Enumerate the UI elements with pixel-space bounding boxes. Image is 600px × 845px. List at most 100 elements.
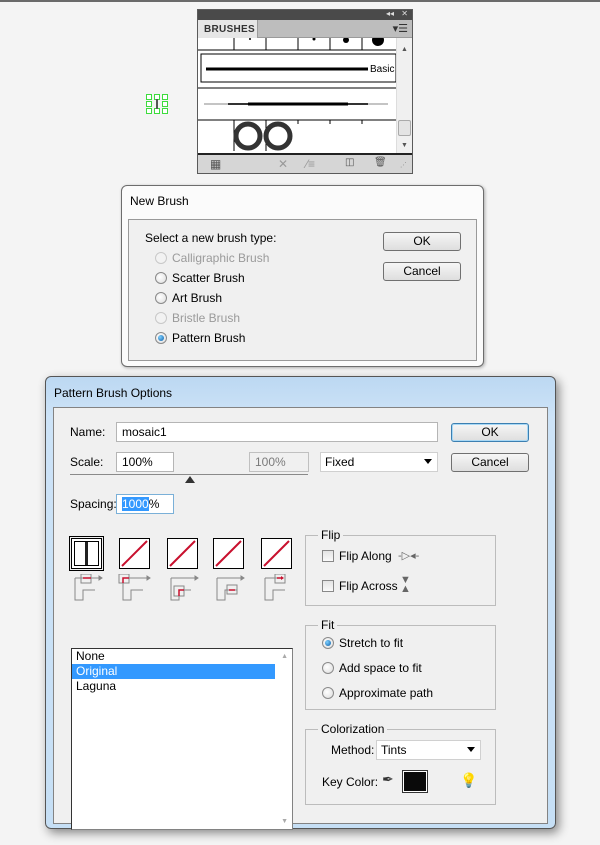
selection-handle[interactable]	[162, 94, 168, 100]
spacing-input[interactable]: 1000%	[116, 494, 174, 514]
radio-bristle-brush[interactable]: Bristle Brush	[155, 311, 240, 325]
radio-label: Calligraphic Brush	[172, 251, 270, 265]
cancel-button[interactable]: Cancel	[451, 453, 529, 472]
tile-empty-icon	[215, 540, 242, 567]
start-tile-button[interactable]	[213, 538, 244, 569]
radio-indicator	[155, 332, 167, 344]
outer-corner-tile-button[interactable]	[119, 538, 150, 569]
checkbox-label: Flip Along	[339, 549, 392, 563]
spacing-label: Spacing:	[70, 497, 117, 511]
radio-scatter-brush[interactable]: Scatter Brush	[155, 271, 245, 285]
scroll-down-icon[interactable]: ▼	[401, 142, 408, 149]
brush-list-scrollbar[interactable]: ▲ ▼	[396, 38, 412, 153]
remove-brush-stroke-icon[interactable]: ✕	[278, 157, 288, 171]
brush-libraries-menu-icon[interactable]: ▦	[210, 157, 221, 171]
side-tile-button[interactable]	[69, 536, 104, 571]
radio-label: Scatter Brush	[172, 271, 245, 285]
key-color-label: Key Color:	[322, 775, 379, 789]
flip-group: Flip Flip Along -▷◂- Flip Across ▼ ▲	[305, 528, 496, 606]
scroll-up-icon[interactable]: ▲	[281, 653, 288, 660]
chevron-down-icon	[424, 459, 432, 464]
list-item-selected[interactable]: Original	[72, 664, 275, 679]
inner-corner-diagram-icon	[170, 575, 199, 601]
radio-stretch-to-fit[interactable]: Stretch to fit	[322, 636, 403, 650]
ok-button[interactable]: OK	[383, 232, 461, 251]
delete-brush-icon[interactable]: 🗑	[374, 157, 387, 168]
dialog-title: New Brush	[130, 194, 189, 208]
collapse-icon[interactable]: ◂◂	[386, 9, 394, 19]
brush-options-icon[interactable]: ⁄≡	[306, 157, 315, 171]
key-color-swatch[interactable]	[402, 770, 428, 793]
radio-add-space-to-fit[interactable]: Add space to fit	[322, 661, 422, 675]
ok-button[interactable]: OK	[451, 423, 529, 442]
method-label: Method:	[331, 743, 375, 757]
scale-input[interactable]: 100%	[116, 452, 174, 472]
tips-lightbulb-icon[interactable]: 💡	[460, 772, 477, 789]
side-tile-2-button[interactable]	[167, 538, 198, 569]
list-item[interactable]: None	[72, 649, 292, 664]
radio-art-brush[interactable]: Art Brush	[155, 291, 222, 305]
selection-handle[interactable]	[146, 108, 152, 114]
radio-label: Stretch to fit	[339, 636, 404, 650]
selection-handle[interactable]	[162, 108, 168, 114]
brush-list-canvas	[198, 38, 396, 151]
brush-row-basic[interactable]	[200, 53, 396, 83]
radio-approximate-path[interactable]: Approximate path	[322, 686, 433, 700]
radio-indicator	[155, 292, 167, 304]
scale-mode-select[interactable]: Fixed	[320, 452, 438, 472]
radio-calligraphic-brush[interactable]: Calligraphic Brush	[155, 251, 269, 265]
method-value: Tints	[381, 743, 407, 757]
selection-handle[interactable]	[162, 101, 168, 107]
flip-along-checkbox[interactable]: Flip Along	[322, 549, 392, 563]
tile-empty-icon	[263, 540, 290, 567]
selection-handle[interactable]	[146, 101, 152, 107]
cancel-button[interactable]: Cancel	[383, 262, 461, 281]
outer-corner-diagram-icon	[118, 574, 151, 601]
name-input[interactable]: mosaic1	[116, 422, 438, 442]
dialog-title: Pattern Brush Options	[54, 386, 173, 400]
brush-row-pattern[interactable]	[233, 120, 363, 151]
scale-max-input: 100%	[249, 452, 309, 472]
colorization-method-select[interactable]: Tints	[376, 740, 481, 760]
radio-indicator	[155, 272, 167, 284]
new-brush-dialog: New Brush Select a new brush type: Calli…	[121, 185, 484, 367]
new-brush-icon[interactable]: ◫	[345, 157, 354, 168]
radio-indicator	[322, 662, 334, 674]
brushes-panel: ◂◂ ✕ BRUSHES ▾☰ Basic ▲ ▼ ▦ ✕ ⁄≡ ◫ 🗑 ⋰	[197, 9, 413, 174]
scroll-up-icon[interactable]: ▲	[401, 46, 408, 53]
close-icon[interactable]: ✕	[401, 9, 408, 19]
colorization-group: Colorization Method: Tints Key Color: ✒ …	[305, 722, 496, 805]
radio-label: Approximate path	[339, 686, 434, 700]
side-tile-diagram-icon	[74, 574, 103, 601]
tile-empty-icon	[121, 540, 148, 567]
brush-row-calligraphic[interactable]	[198, 38, 396, 51]
scale-slider-track[interactable]	[70, 474, 308, 475]
eyedropper-icon[interactable]: ✒	[382, 771, 394, 788]
panel-footer: ▦ ✕ ⁄≡ ◫ 🗑 ⋰	[198, 153, 412, 173]
tab-brushes[interactable]: BRUSHES	[198, 20, 258, 39]
selection-handle[interactable]	[146, 94, 152, 100]
name-label: Name:	[70, 425, 106, 439]
scale-slider-thumb[interactable]	[185, 476, 195, 483]
key-color-fill	[404, 772, 426, 791]
scroll-thumb[interactable]	[398, 120, 411, 136]
resize-grip-icon[interactable]: ⋰	[400, 161, 407, 169]
pattern-swatch-list[interactable]: None Original Laguna ▲ ▼	[71, 648, 293, 830]
pattern-brush-options-dialog: Pattern Brush Options Name: mosaic1 OK S…	[45, 376, 556, 830]
scale-mode-value: Fixed	[325, 455, 355, 469]
spacing-suffix: %	[148, 497, 160, 511]
panel-menu-icon[interactable]: ▾☰	[393, 22, 408, 35]
panel-titlebar[interactable]: ◂◂ ✕	[198, 9, 412, 20]
end-tile-button[interactable]	[261, 538, 292, 569]
flip-legend: Flip	[318, 528, 344, 542]
radio-pattern-brush[interactable]: Pattern Brush	[155, 331, 245, 345]
selected-object-bounding-box[interactable]	[146, 94, 168, 114]
start-tile-diagram-icon	[216, 575, 245, 601]
fit-group: Fit Stretch to fit Add space to fit Appr…	[305, 618, 496, 710]
scroll-down-icon[interactable]: ▼	[281, 818, 288, 825]
radio-label: Add space to fit	[339, 661, 422, 675]
flip-across-checkbox[interactable]: Flip Across	[322, 579, 398, 593]
scale-label: Scale:	[70, 455, 104, 469]
window-top-edge	[0, 0, 600, 2]
list-item[interactable]: Laguna	[72, 679, 292, 694]
